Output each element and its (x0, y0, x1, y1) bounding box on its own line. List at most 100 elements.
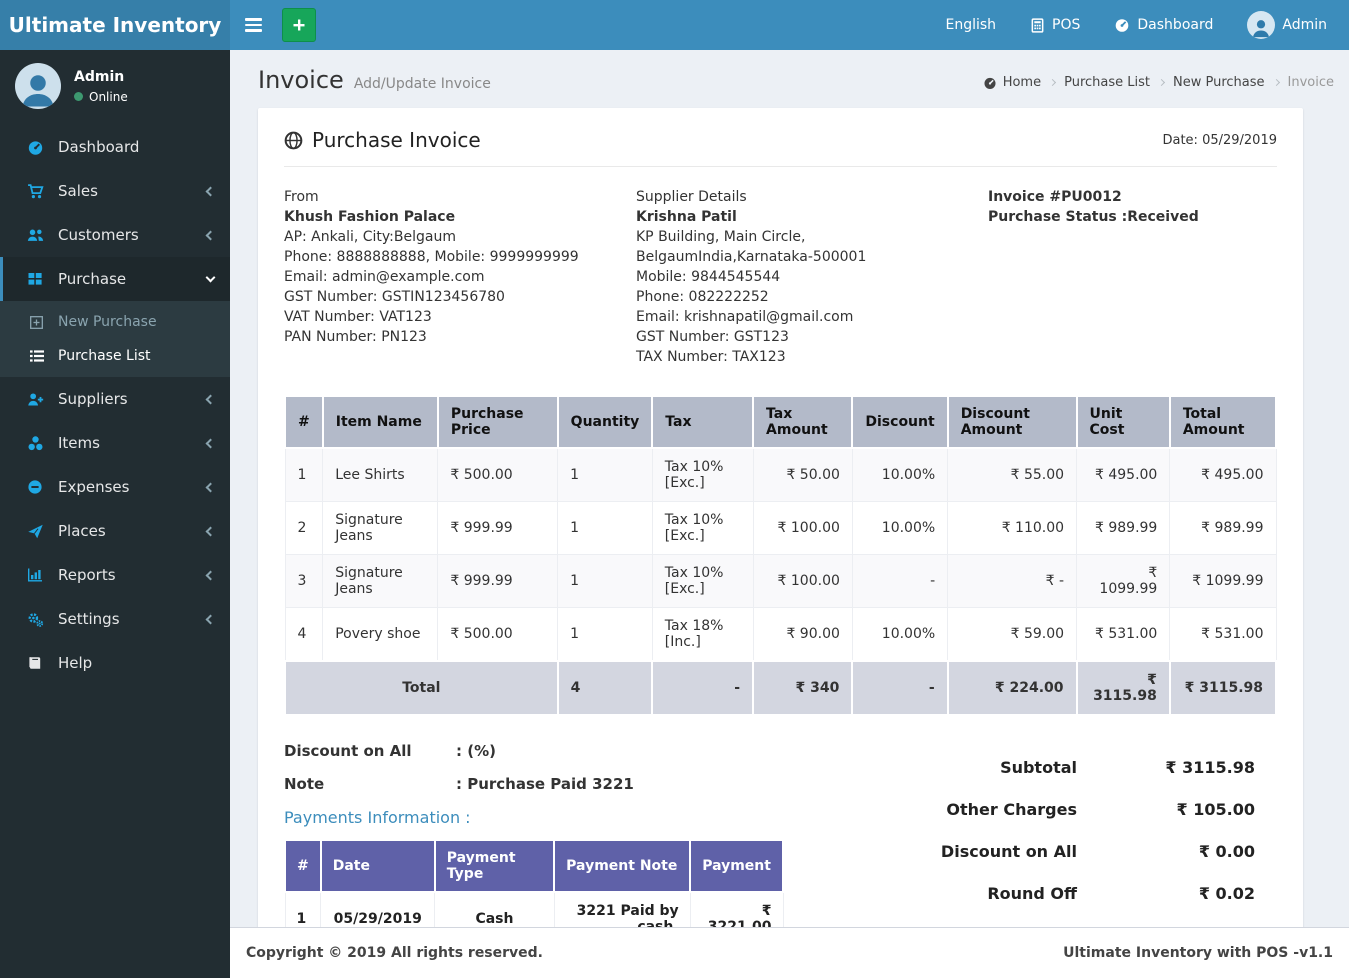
payments-table: # Date Payment Type Payment Note Payment… (284, 839, 784, 927)
purchase-submenu: New Purchase Purchase List (0, 301, 230, 377)
user-plus-icon (27, 391, 47, 408)
pos-link[interactable]: POS (1030, 17, 1080, 33)
gears-icon (27, 611, 47, 628)
sidebar-item-purchase[interactable]: Purchase (0, 257, 230, 301)
sidebar-item-dashboard[interactable]: Dashboard (0, 125, 230, 169)
sidebar-item-purchase-list[interactable]: Purchase List (0, 339, 230, 373)
footer: Copyright © 2019 All rights reserved. Ul… (230, 927, 1349, 978)
table-row: 1 05/29/2019 Cash 3221 Paid by cash. ₹ 3… (284, 891, 784, 927)
breadcrumb: Home Purchase List New Purchase Invoice (983, 66, 1334, 90)
items-table-header-row: # Item Name Purchase Price Quantity Tax … (284, 395, 1278, 449)
chevron-left-icon (205, 438, 216, 448)
pos-label: POS (1052, 17, 1081, 33)
sidebar-item-settings[interactable]: Settings (0, 597, 230, 641)
table-row: 1 Lee Shirts ₹ 500.00 1 Tax 10%[Exc.] ₹ … (284, 447, 1277, 502)
card-title: Purchase Invoice (284, 128, 481, 152)
invoice-info: From Khush Fashion Palace AP: Ankali, Ci… (284, 187, 1277, 367)
items-table: # Item Name Purchase Price Quantity Tax … (284, 395, 1278, 716)
summary-subtotal: Subtotal ₹ 3115.98 (1000, 758, 1255, 777)
chevron-left-icon (205, 394, 216, 404)
speedometer-icon (1114, 17, 1130, 33)
online-dot-icon (74, 92, 83, 101)
sidebar-item-reports[interactable]: Reports (0, 553, 230, 597)
dashboard-label: Dashboard (1137, 17, 1214, 33)
breadcrumb-separator (1157, 78, 1166, 87)
breadcrumb-separator (1049, 78, 1057, 87)
chevron-left-icon (205, 526, 216, 536)
invoice-number: Invoice #PU0012 (988, 189, 1122, 205)
language-menu[interactable]: English (945, 17, 996, 33)
content: Invoice Add/Update Invoice Home Purchase… (230, 50, 1349, 927)
chevron-left-icon (205, 230, 216, 240)
user-menu[interactable]: Admin (1247, 11, 1327, 39)
invoice-summary: Subtotal ₹ 3115.98 Other Charges ₹ 105.0… (897, 742, 1277, 927)
supplier-name: Krishna Patil (636, 209, 737, 225)
sidebar-item-sales[interactable]: Sales (0, 169, 230, 213)
page-title: Invoice (258, 66, 344, 94)
menu-toggle-button[interactable] (230, 0, 276, 50)
grid-icon (27, 271, 47, 287)
sidebar-user-status: Online (74, 90, 128, 104)
topnav: English POS Dashboard Admin (230, 0, 1349, 50)
language-label: English (945, 17, 997, 33)
payments-table-header-row: # Date Payment Type Payment Note Payment (284, 839, 784, 893)
sidebar-item-places[interactable]: Places (0, 509, 230, 553)
sidebar-item-items[interactable]: Items (0, 421, 230, 465)
summary-other-charges: Other Charges ₹ 105.00 (946, 800, 1255, 819)
plus-icon (291, 17, 307, 33)
breadcrumb-current: Invoice (1287, 75, 1334, 90)
book-icon (27, 655, 47, 671)
from-name: Khush Fashion Palace (284, 209, 456, 225)
sidebar-item-new-purchase[interactable]: New Purchase (0, 305, 230, 339)
sidebar-user-panel: Admin Online (0, 50, 230, 125)
dashboard-link[interactable]: Dashboard (1114, 17, 1213, 33)
globe-icon (284, 131, 303, 150)
note-row: Note : Purchase Paid 3221 (284, 775, 634, 793)
invoice-meta: Invoice #PU0012 Purchase Status :Receive… (988, 187, 1277, 367)
list-icon (29, 348, 49, 364)
breadcrumb-home[interactable]: Home (983, 75, 1041, 90)
topbar: Ultimate Inventory English POS Dashboard… (0, 0, 1349, 50)
table-row: 3 Signature Jeans ₹ 999.99 1 Tax 10%[Exc… (284, 554, 1277, 608)
chevron-down-icon (205, 272, 216, 282)
cart-icon (27, 183, 47, 200)
supplier-details: Supplier Details Krishna Patil KP Buildi… (636, 187, 988, 367)
purchase-invoice-card: Purchase Invoice Date: 05/29/2019 From K… (258, 108, 1303, 927)
sidebar-item-expenses[interactable]: Expenses (0, 465, 230, 509)
avatar (15, 63, 61, 109)
cubes-icon (27, 435, 47, 452)
speedometer-icon (27, 139, 47, 156)
sidebar-item-suppliers[interactable]: Suppliers (0, 377, 230, 421)
purchase-status: Purchase Status :Received (988, 209, 1199, 225)
breadcrumb-purchase-list[interactable]: Purchase List (1064, 75, 1150, 90)
supplier-label: Supplier Details (636, 189, 747, 205)
sidebar-item-customers[interactable]: Customers (0, 213, 230, 257)
users-icon (27, 227, 47, 244)
page-subtitle: Add/Update Invoice (353, 76, 491, 92)
payments-information-title: Payments Information : (284, 808, 471, 827)
copyright-text: Copyright © 2019 All rights reserved. (246, 945, 544, 961)
app-brand[interactable]: Ultimate Inventory (0, 0, 230, 50)
sidebar: Admin Online Dashboard Sales Customers P… (0, 50, 230, 978)
home-icon (983, 76, 997, 90)
sidebar-item-help[interactable]: Help (0, 641, 230, 685)
discount-on-all-row: Discount on All : (%) (284, 742, 496, 760)
topnav-right: English POS Dashboard Admin (945, 11, 1349, 39)
version-text: Ultimate Inventory with POS -v1.1 (1063, 945, 1333, 961)
breadcrumb-new-purchase[interactable]: New Purchase (1173, 75, 1265, 90)
chevron-left-icon (205, 614, 216, 624)
sidebar-menu: Dashboard Sales Customers Purchase New P… (0, 125, 230, 685)
breadcrumb-separator (1272, 78, 1280, 87)
user-avatar (1247, 11, 1276, 39)
chevron-left-icon (205, 186, 216, 196)
plus-square-icon (29, 315, 49, 330)
chevron-left-icon (205, 570, 216, 580)
items-table-total-row: Total 4 - ₹ 340 - ₹ 224.00 ₹ 3115.98 ₹ 3… (284, 660, 1278, 716)
summary-discount-on-all: Discount on All ₹ 0.00 (940, 842, 1255, 861)
calculator-icon (1030, 17, 1045, 33)
table-row: 2 Signature Jeans ₹ 999.99 1 Tax 10%[Exc… (284, 501, 1277, 555)
summary-round-off: Round Off ₹ 0.02 (987, 884, 1255, 903)
add-button[interactable] (282, 8, 316, 42)
minus-circle-icon (27, 479, 47, 495)
from-details: From Khush Fashion Palace AP: Ankali, Ci… (284, 187, 636, 367)
